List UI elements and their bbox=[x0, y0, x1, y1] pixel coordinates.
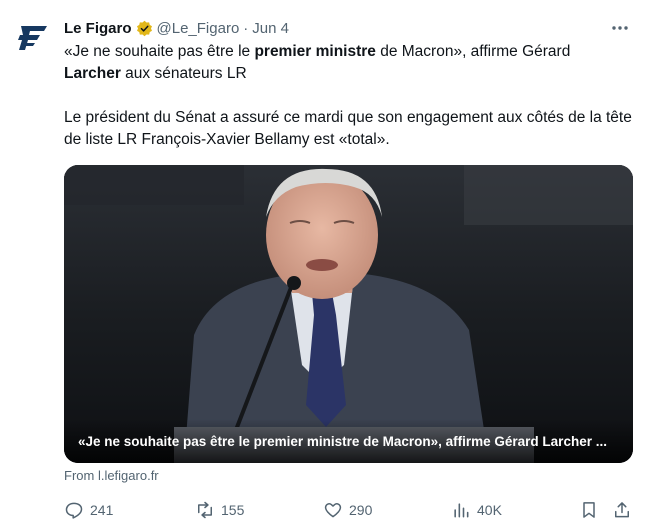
tweet-header: Le Figaro @Le_Figaro · Jun 4 bbox=[64, 17, 635, 39]
like-button[interactable]: 290 bbox=[323, 495, 372, 525]
share-button[interactable] bbox=[612, 495, 632, 525]
more-icon[interactable] bbox=[609, 18, 631, 38]
share-icon bbox=[615, 502, 629, 518]
account-handle[interactable]: @Le_Figaro bbox=[157, 20, 240, 37]
like-icon bbox=[324, 503, 342, 518]
tweet-text: «Je ne souhaite pas être le premier mini… bbox=[64, 41, 634, 151]
reply-count: 241 bbox=[90, 502, 114, 518]
reply-button[interactable]: 241 bbox=[64, 495, 113, 525]
repost-button[interactable]: 155 bbox=[195, 495, 244, 525]
header-separator: · bbox=[243, 19, 249, 37]
views-count: 40K bbox=[477, 502, 502, 518]
tweet-headline: «Je ne souhaite pas être le premier mini… bbox=[64, 43, 571, 82]
verified-badge-icon[interactable] bbox=[136, 20, 153, 37]
views-icon bbox=[454, 503, 469, 518]
bookmark-button[interactable] bbox=[579, 495, 599, 525]
repost-icon bbox=[198, 501, 212, 519]
action-bar: 241 155 290 40K bbox=[58, 495, 638, 525]
reply-icon bbox=[65, 502, 83, 519]
tweet[interactable]: Le Figaro @Le_Figaro · Jun 4 «Je ne souh… bbox=[0, 0, 647, 531]
link-card-image[interactable]: «Je ne souhaite pas être le premier mini… bbox=[64, 165, 633, 463]
views-button[interactable]: 40K bbox=[451, 495, 502, 525]
tweet-paragraph: Le président du Sénat a assuré ce mardi … bbox=[64, 109, 632, 148]
like-count: 290 bbox=[349, 502, 373, 518]
link-card-caption[interactable]: «Je ne souhaite pas être le premier mini… bbox=[64, 419, 633, 463]
tweet-date[interactable]: Jun 4 bbox=[252, 20, 289, 37]
le-figaro-logo-icon bbox=[18, 26, 47, 50]
link-source[interactable]: From l.lefigaro.fr bbox=[64, 468, 159, 483]
avatar[interactable] bbox=[14, 18, 54, 58]
repost-count: 155 bbox=[221, 502, 245, 518]
bookmark-icon bbox=[583, 502, 595, 518]
account-name[interactable]: Le Figaro bbox=[64, 20, 132, 37]
